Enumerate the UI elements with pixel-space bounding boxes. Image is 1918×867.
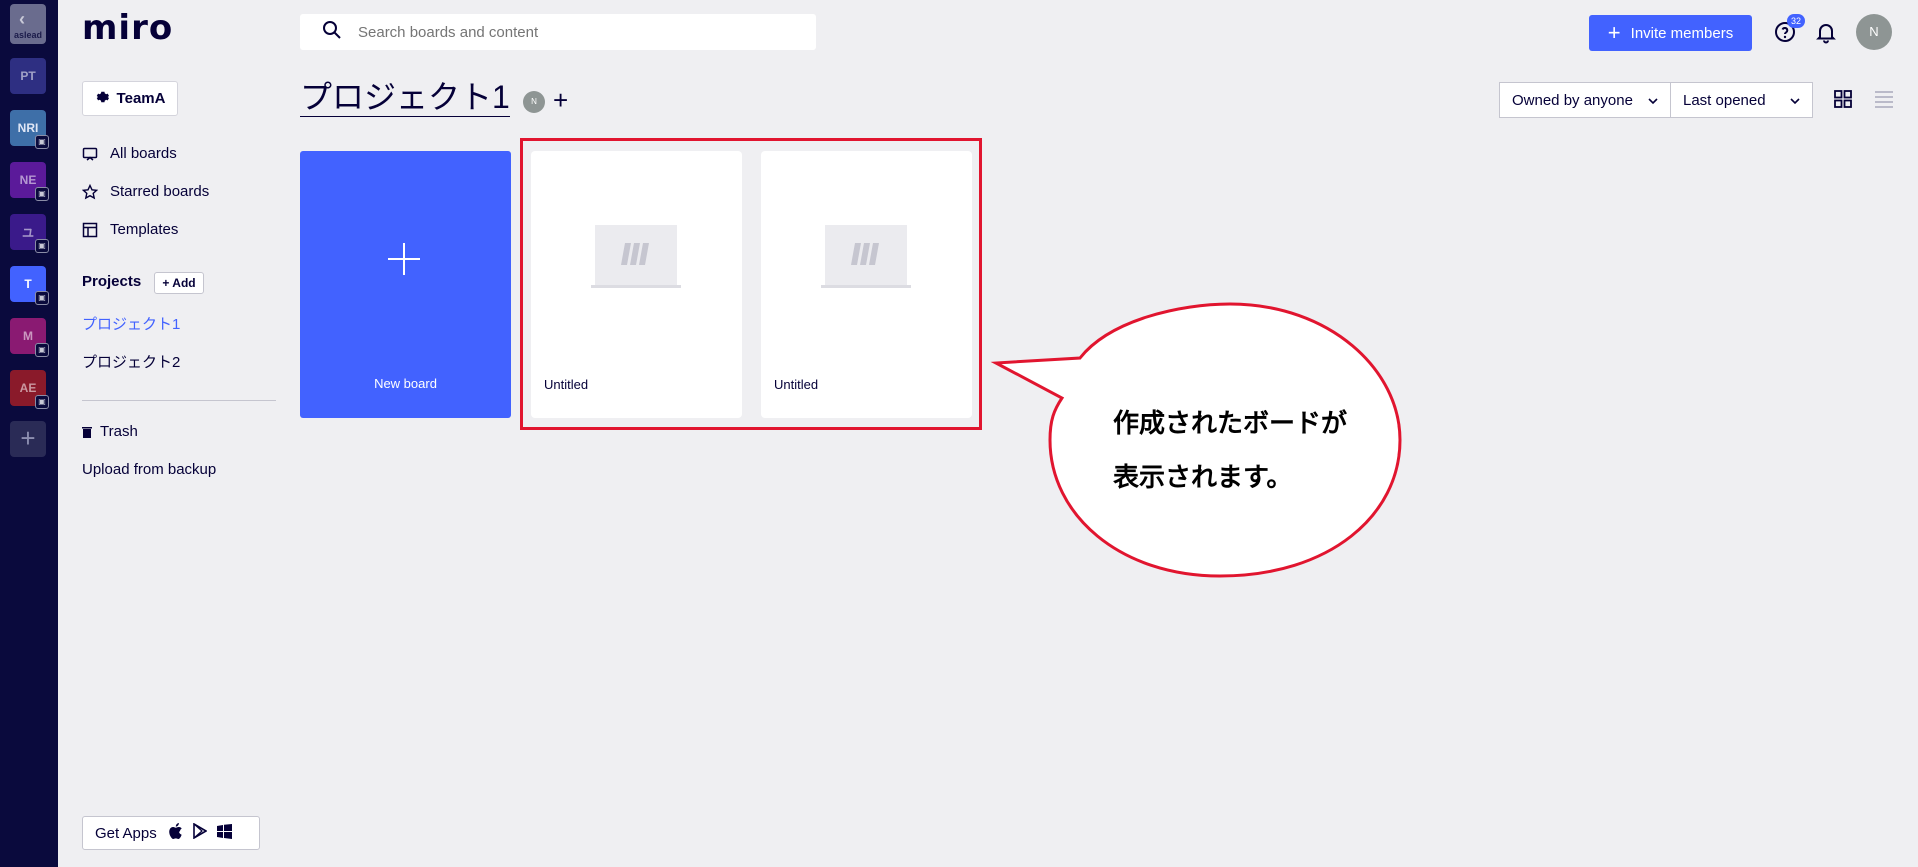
- templates-icon: [82, 222, 98, 238]
- get-apps-label: Get Apps: [95, 824, 157, 842]
- team-tile-t[interactable]: T ▣: [10, 266, 49, 305]
- invite-members-button[interactable]: + Invite members: [1589, 15, 1752, 51]
- back-to-org-button[interactable]: ‹ aslead: [10, 4, 46, 44]
- lock-icon: ▣: [35, 343, 49, 357]
- team-tile-label: ユ: [21, 225, 34, 240]
- search-input[interactable]: [358, 23, 758, 41]
- add-project-member-button[interactable]: +: [553, 85, 568, 115]
- projects-heading: Projects: [82, 273, 142, 290]
- team-rail: ‹ aslead PT NRI ▣ NE ▣ ユ ▣ T ▣ M ▣ AE ▣ …: [0, 0, 58, 867]
- team-tile-label: NE: [19, 173, 37, 187]
- annotation-line-2: 表示されます。: [1113, 463, 1293, 493]
- notifications-button[interactable]: [1814, 20, 1838, 44]
- miro-logo[interactable]: miro: [82, 8, 173, 48]
- plus-icon: [386, 239, 422, 279]
- page-title[interactable]: プロジェクト1: [300, 78, 510, 117]
- windows-icon[interactable]: [216, 823, 232, 843]
- google-play-icon[interactable]: [192, 822, 208, 843]
- bell-icon: [1814, 24, 1838, 48]
- apple-icon[interactable]: [167, 822, 183, 844]
- nav-templates[interactable]: Templates: [82, 221, 178, 238]
- team-tile-nri[interactable]: NRI ▣: [10, 110, 49, 149]
- add-project-button[interactable]: + Add: [154, 272, 204, 294]
- list-icon: [1874, 91, 1894, 112]
- team-tile-m[interactable]: M ▣: [10, 318, 49, 357]
- annotation-line-1: 作成されたボードが: [1113, 409, 1348, 439]
- team-tile-ne[interactable]: NE ▣: [10, 162, 49, 201]
- lock-icon: ▣: [35, 239, 49, 253]
- get-apps-button[interactable]: Get Apps: [82, 816, 260, 850]
- nav-all-boards[interactable]: All boards: [82, 145, 177, 162]
- grid-icon: [1834, 90, 1852, 112]
- chevron-left-icon: ‹: [19, 9, 25, 29]
- nav-starred-boards[interactable]: Starred boards: [82, 183, 209, 200]
- new-board-tile[interactable]: New board: [300, 151, 511, 418]
- sidebar-divider: [82, 400, 276, 401]
- lock-icon: ▣: [35, 135, 49, 149]
- boards-icon: [82, 146, 98, 162]
- trash-icon: [82, 424, 92, 440]
- nav-label: Trash: [100, 423, 138, 440]
- team-tile-label: NRI: [17, 121, 39, 135]
- search-icon: [322, 20, 342, 45]
- gear-icon: [95, 90, 109, 108]
- new-board-label: New board: [374, 376, 437, 391]
- annotation-text: 作成されたボードが 表示されます。: [1113, 397, 1347, 505]
- project-item-1[interactable]: プロジェクト1: [82, 313, 180, 334]
- project-member-avatar[interactable]: N: [523, 91, 545, 113]
- team-tile-label: T: [24, 277, 32, 291]
- star-icon: [82, 183, 98, 200]
- chevron-down-icon: [1648, 92, 1658, 109]
- upload-from-backup-link[interactable]: Upload from backup: [82, 461, 216, 478]
- help-icon: [1773, 22, 1797, 48]
- sort-value: Last opened: [1683, 91, 1766, 109]
- grid-view-toggle[interactable]: [1834, 90, 1852, 108]
- lock-icon: ▣: [35, 187, 49, 201]
- plus-icon: +: [1607, 20, 1621, 45]
- nav-trash[interactable]: Trash: [82, 423, 138, 440]
- team-tile-label: AE: [19, 381, 37, 395]
- nav-label: All boards: [110, 145, 177, 162]
- nav-label: Templates: [110, 221, 179, 238]
- org-label: aslead: [13, 30, 43, 40]
- team-tile-pt[interactable]: PT: [10, 58, 46, 94]
- lock-icon: ▣: [35, 395, 49, 409]
- owner-filter-value: Owned by anyone: [1512, 91, 1633, 109]
- notification-count-badge: 32: [1787, 14, 1805, 28]
- team-tile-label: PT: [20, 69, 36, 83]
- team-name: TeamA: [116, 90, 166, 107]
- invite-label: Invite members: [1630, 24, 1734, 42]
- help-button[interactable]: 32: [1773, 14, 1805, 44]
- team-settings-button[interactable]: TeamA: [82, 81, 178, 116]
- sort-dropdown[interactable]: Last opened: [1670, 82, 1813, 118]
- team-tile-label: M: [23, 329, 33, 343]
- list-view-toggle[interactable]: [1874, 90, 1894, 108]
- nav-label: Starred boards: [110, 183, 210, 200]
- owner-filter-dropdown[interactable]: Owned by anyone: [1499, 82, 1671, 118]
- team-tile-yu[interactable]: ユ ▣: [10, 214, 49, 253]
- team-tile-ae[interactable]: AE ▣: [10, 370, 49, 409]
- lock-icon: ▣: [35, 291, 49, 305]
- project-item-2[interactable]: プロジェクト2: [82, 351, 180, 372]
- user-avatar[interactable]: N: [1856, 14, 1892, 50]
- add-team-button[interactable]: +: [10, 421, 46, 457]
- search-bar[interactable]: [300, 14, 816, 50]
- highlight-box: [520, 138, 982, 430]
- chevron-down-icon: [1790, 92, 1800, 109]
